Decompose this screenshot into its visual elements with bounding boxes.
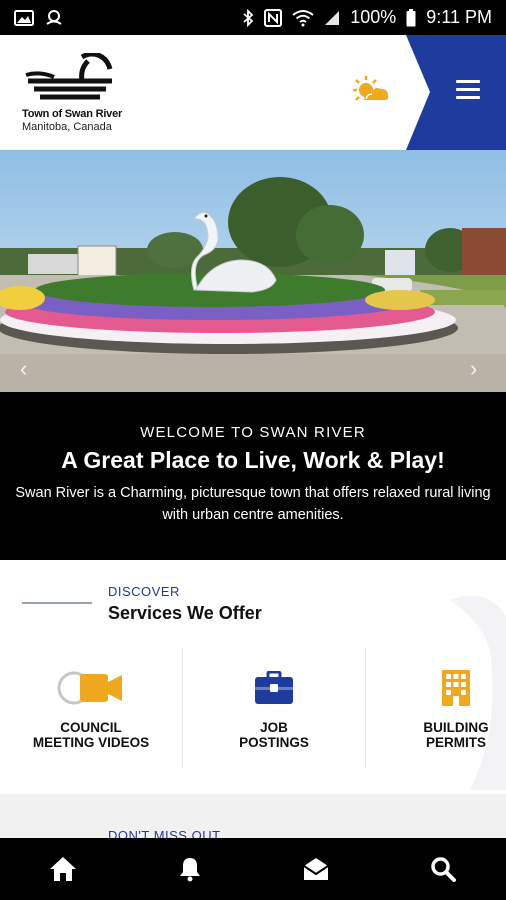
- service-label-line1: JOB: [260, 720, 288, 735]
- location-icon: [44, 9, 64, 27]
- bell-icon[interactable]: [160, 839, 220, 899]
- bluetooth-icon: [242, 8, 254, 27]
- battery-percent: 100%: [350, 7, 397, 27]
- swan-logo-mark: [25, 51, 113, 100]
- service-label-line1: COUNCIL: [60, 720, 122, 735]
- clock: 9:11 PM: [426, 7, 492, 27]
- video-camera-icon: [57, 671, 122, 705]
- hamburger-menu-icon[interactable]: [456, 80, 480, 100]
- welcome-heading: A Great Place to Live, Work & Play!: [61, 447, 445, 473]
- search-icon[interactable]: [413, 839, 473, 899]
- hero-carousel[interactable]: [0, 150, 506, 392]
- sun-cloud-icon[interactable]: [352, 75, 390, 105]
- mail-icon[interactable]: [286, 839, 346, 899]
- logo-subtitle: Manitoba, Canada: [22, 121, 112, 133]
- service-label-line2: MEETING VIDEOS: [32, 735, 150, 750]
- app-header: Town of Swan River Manitoba, Canada: [0, 35, 506, 150]
- dont-miss-section: [0, 794, 506, 838]
- chevron-left-icon[interactable]: ‹: [20, 356, 27, 382]
- chevron-right-icon[interactable]: ›: [470, 356, 477, 382]
- section-divider-line: [22, 602, 92, 604]
- services-title: Services We Offer: [108, 603, 262, 623]
- services-kicker: DISCOVER: [108, 584, 180, 599]
- status-bar: 100% 9:11 PM: [0, 0, 506, 35]
- briefcase-icon: [255, 671, 293, 704]
- image-icon: [14, 9, 34, 26]
- bottom-navigation: [0, 838, 506, 900]
- swan-watermark: [450, 595, 506, 790]
- welcome-section: WELCOME TO SWAN RIVER A Great Place to L…: [0, 392, 506, 560]
- welcome-description: Swan River is a Charming, picturesque to…: [15, 485, 491, 523]
- nfc-icon: [264, 8, 283, 27]
- service-council-meeting-videos[interactable]: COUNCIL MEETING VIDEOS: [0, 648, 182, 770]
- signal-icon: [324, 10, 340, 26]
- service-label-line2: POSTINGS: [239, 735, 309, 750]
- wifi-icon: [292, 9, 314, 27]
- welcome-kicker: WELCOME TO SWAN RIVER: [140, 424, 366, 441]
- service-job-postings[interactable]: JOB POSTINGS: [183, 648, 365, 770]
- hero-image: [0, 150, 506, 392]
- home-icon[interactable]: [33, 839, 93, 899]
- battery-icon: [406, 8, 416, 27]
- logo-title: Town of Swan River: [22, 108, 123, 120]
